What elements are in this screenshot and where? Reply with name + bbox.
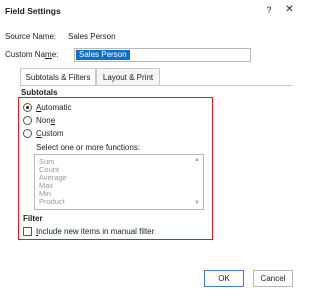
scroll-up-icon[interactable]: ▲ bbox=[194, 157, 200, 163]
function-item-product[interactable]: Product bbox=[39, 197, 65, 206]
close-icon[interactable]: ✕ bbox=[284, 4, 295, 15]
automatic-radio[interactable] bbox=[23, 103, 32, 112]
custom-radio[interactable] bbox=[23, 129, 32, 138]
tab-divider bbox=[20, 85, 293, 86]
scroll-down-icon[interactable]: ▼ bbox=[194, 200, 200, 206]
dialog-title: Field Settings bbox=[5, 6, 61, 16]
custom-label[interactable]: Custom bbox=[36, 129, 64, 138]
include-new-items-label[interactable]: Include new items in manual filter bbox=[36, 227, 154, 236]
custom-name-label: Custom Name: bbox=[5, 50, 59, 59]
tab-subtotals-filters[interactable]: Subtotals & Filters bbox=[20, 68, 96, 86]
functions-listbox[interactable]: Sum Count Average Max Min Product ▲ ▼ bbox=[34, 154, 204, 210]
none-label[interactable]: None bbox=[36, 116, 55, 125]
subtotals-heading: Subtotals bbox=[21, 88, 58, 97]
custom-name-selected-text: Sales Person bbox=[76, 50, 130, 60]
include-new-items-checkbox[interactable] bbox=[23, 227, 32, 236]
source-name-label: Source Name: bbox=[5, 32, 57, 41]
help-button[interactable]: ? bbox=[264, 5, 274, 15]
filter-heading: Filter bbox=[23, 214, 43, 223]
tab-layout-print[interactable]: Layout & Print bbox=[96, 68, 160, 85]
source-name-value: Sales Person bbox=[68, 32, 116, 41]
functions-label: Select one or more functions: bbox=[36, 143, 141, 152]
cancel-button[interactable]: Cancel bbox=[253, 270, 293, 287]
none-radio[interactable] bbox=[23, 116, 32, 125]
ok-button[interactable]: OK bbox=[204, 270, 244, 287]
custom-name-input[interactable]: Sales Person bbox=[74, 48, 251, 62]
automatic-label[interactable]: Automatic bbox=[36, 103, 72, 112]
